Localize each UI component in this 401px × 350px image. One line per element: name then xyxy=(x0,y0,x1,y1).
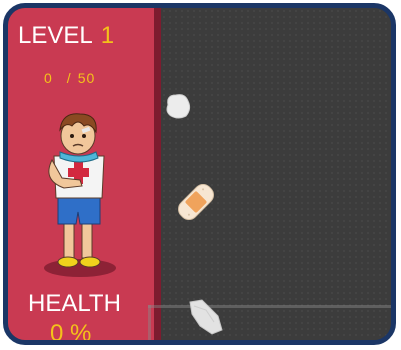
game-frame: LEVEL 1 0 / 50 HEALTH 0 % xyxy=(3,3,396,345)
table-edge-vertical xyxy=(148,305,151,340)
progress-counter: 0 / 50 xyxy=(44,70,95,86)
progress-total: 50 xyxy=(77,70,96,86)
panel-divider xyxy=(154,8,161,340)
bandage-icon[interactable] xyxy=(176,180,216,224)
progress-separator: / xyxy=(66,70,72,86)
level-display: LEVEL 1 xyxy=(18,22,114,50)
hud-panel: LEVEL 1 0 / 50 HEALTH 0 % xyxy=(8,8,154,340)
level-value: 1 xyxy=(100,22,115,49)
level-label: LEVEL xyxy=(18,22,93,49)
cotton-ball-icon[interactable] xyxy=(163,91,193,121)
health-value: 0 % xyxy=(50,320,92,345)
health-label: HEALTH xyxy=(28,290,121,317)
play-area[interactable] xyxy=(161,8,391,340)
gauze-icon[interactable] xyxy=(184,296,226,338)
progress-current: 0 xyxy=(44,70,53,86)
injured-boy-character xyxy=(44,113,116,277)
